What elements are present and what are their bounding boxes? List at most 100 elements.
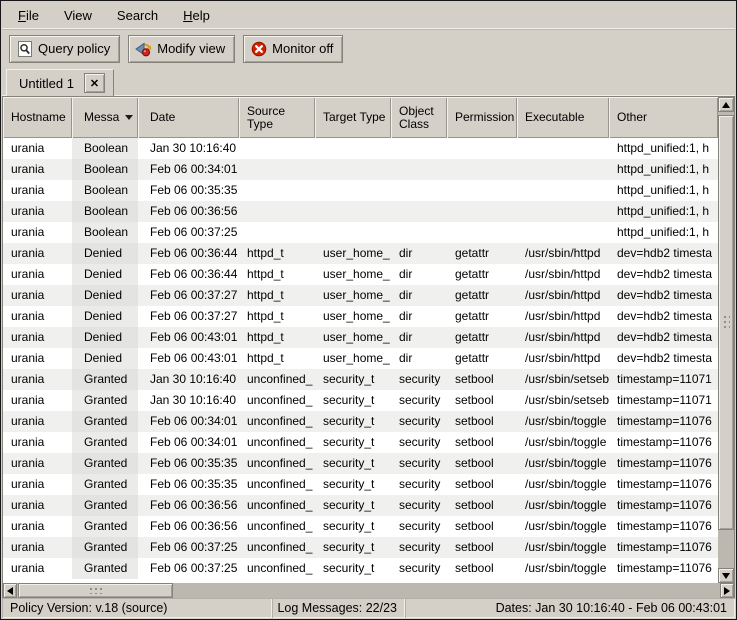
table-cell: Denied bbox=[72, 327, 138, 348]
table-cell: setbool bbox=[447, 537, 517, 558]
table-cell: unconfined_ bbox=[239, 495, 315, 516]
table-cell: httpd_t bbox=[239, 264, 315, 285]
column-header-message[interactable]: Messa bbox=[72, 97, 138, 138]
table-cell: setbool bbox=[447, 474, 517, 495]
table-cell: setbool bbox=[447, 432, 517, 453]
table-cell bbox=[391, 138, 447, 159]
table-cell: getattr bbox=[447, 285, 517, 306]
modify-view-button[interactable]: Modify view bbox=[128, 35, 235, 63]
table-cell: /usr/sbin/toggle bbox=[517, 432, 609, 453]
tab-untitled-1[interactable]: Untitled 1 ✕ bbox=[6, 69, 114, 96]
scroll-down-button[interactable] bbox=[718, 568, 734, 583]
table-row[interactable]: urania Granted Jan 30 10:16:40 unconfine… bbox=[3, 369, 718, 390]
table-cell: /usr/sbin/setseb bbox=[517, 390, 609, 411]
table-cell: Denied bbox=[72, 285, 138, 306]
table-cell: httpd_unified:1, h bbox=[609, 138, 718, 159]
table-cell: urania bbox=[3, 201, 72, 222]
table-cell: urania bbox=[3, 264, 72, 285]
table-row[interactable]: urania Denied Feb 06 00:36:44 httpd_t us… bbox=[3, 264, 718, 285]
column-header-label: Permission bbox=[455, 111, 514, 124]
table-row[interactable]: urania Granted Feb 06 00:37:25 unconfine… bbox=[3, 558, 718, 579]
column-header-object-class[interactable]: Object Class bbox=[391, 97, 447, 138]
table-cell: Granted bbox=[72, 390, 138, 411]
column-header-target-type[interactable]: Target Type bbox=[315, 97, 391, 138]
table-row[interactable]: urania Granted Feb 06 00:36:56 unconfine… bbox=[3, 495, 718, 516]
table-row[interactable]: urania Denied Feb 06 00:37:27 httpd_t us… bbox=[3, 306, 718, 327]
arrow-up-icon bbox=[722, 102, 730, 108]
table-cell: Boolean bbox=[72, 138, 138, 159]
table-cell: httpd_t bbox=[239, 306, 315, 327]
horizontal-scrollbar-track[interactable] bbox=[17, 583, 720, 598]
table-row[interactable]: urania Boolean Jan 30 10:16:40 httpd_uni… bbox=[3, 138, 718, 159]
tab-bar: Untitled 1 ✕ bbox=[2, 67, 735, 96]
table-cell: Granted bbox=[72, 558, 138, 579]
menu-item-help[interactable]: Help bbox=[172, 4, 221, 27]
column-header-label: Hostname bbox=[11, 111, 66, 124]
table-row[interactable]: urania Denied Feb 06 00:36:44 httpd_t us… bbox=[3, 243, 718, 264]
table-cell: timestamp=11076 bbox=[609, 453, 718, 474]
table-row[interactable]: urania Boolean Feb 06 00:36:56 httpd_uni… bbox=[3, 201, 718, 222]
column-header-permission[interactable]: Permission bbox=[447, 97, 517, 138]
table-cell: Boolean bbox=[72, 201, 138, 222]
scroll-left-button[interactable] bbox=[3, 583, 17, 598]
table-cell: urania bbox=[3, 180, 72, 201]
table-cell: timestamp=11071 bbox=[609, 390, 718, 411]
tab-close-button[interactable]: ✕ bbox=[84, 73, 105, 93]
column-header-hostname[interactable]: Hostname bbox=[3, 97, 72, 138]
column-header-executable[interactable]: Executable bbox=[517, 97, 609, 138]
table-cell: timestamp=11076 bbox=[609, 558, 718, 579]
table-cell: Jan 30 10:16:40 bbox=[138, 390, 239, 411]
table-row[interactable]: urania Granted Feb 06 00:37:25 unconfine… bbox=[3, 537, 718, 558]
table-cell: dev=hdb2 timesta bbox=[609, 306, 718, 327]
menu-item-view[interactable]: View bbox=[53, 4, 103, 27]
table-row[interactable]: urania Granted Feb 06 00:35:35 unconfine… bbox=[3, 474, 718, 495]
arrow-left-icon bbox=[7, 587, 13, 595]
monitor-off-button[interactable]: Monitor off bbox=[243, 35, 343, 63]
column-header-source-type[interactable]: Source Type bbox=[239, 97, 315, 138]
query-policy-button[interactable]: Query policy bbox=[9, 35, 120, 63]
table-cell: timestamp=11071 bbox=[609, 369, 718, 390]
table-cell bbox=[239, 201, 315, 222]
table-cell: urania bbox=[3, 222, 72, 243]
table-cell: setbool bbox=[447, 390, 517, 411]
table-cell: security bbox=[391, 495, 447, 516]
table-row[interactable]: urania Granted Feb 06 00:35:35 unconfine… bbox=[3, 453, 718, 474]
table-cell bbox=[517, 201, 609, 222]
table-cell: Feb 06 00:34:01 bbox=[138, 432, 239, 453]
table-row[interactable]: urania Denied Feb 06 00:37:27 httpd_t us… bbox=[3, 285, 718, 306]
scroll-right-button[interactable] bbox=[720, 583, 734, 598]
table-cell: dir bbox=[391, 285, 447, 306]
table-cell: urania bbox=[3, 285, 72, 306]
table-row[interactable]: urania Boolean Feb 06 00:34:01 httpd_uni… bbox=[3, 159, 718, 180]
table-cell: Granted bbox=[72, 453, 138, 474]
column-header-date[interactable]: Date bbox=[138, 97, 239, 138]
table-cell: Feb 06 00:37:25 bbox=[138, 222, 239, 243]
scroll-up-button[interactable] bbox=[718, 97, 734, 112]
table-row[interactable]: urania Boolean Feb 06 00:37:25 httpd_uni… bbox=[3, 222, 718, 243]
table-row[interactable]: urania Granted Feb 06 00:36:56 unconfine… bbox=[3, 516, 718, 537]
horizontal-scrollbar-thumb[interactable] bbox=[18, 583, 173, 598]
vertical-scrollbar-track[interactable] bbox=[718, 112, 734, 568]
table-row[interactable]: urania Granted Feb 06 00:34:01 unconfine… bbox=[3, 411, 718, 432]
table-row[interactable]: urania Granted Jan 30 10:16:40 unconfine… bbox=[3, 390, 718, 411]
table-cell: security bbox=[391, 537, 447, 558]
table-row[interactable]: urania Boolean Feb 06 00:35:35 httpd_uni… bbox=[3, 180, 718, 201]
vertical-scrollbar-thumb[interactable] bbox=[718, 115, 734, 530]
policy-version-text: Policy Version: v.18 (source) bbox=[10, 601, 167, 615]
table-cell: security_t bbox=[315, 558, 391, 579]
menu-item-search[interactable]: Search bbox=[106, 4, 169, 27]
table-cell bbox=[391, 180, 447, 201]
table-cell: security_t bbox=[315, 411, 391, 432]
table-cell: setbool bbox=[447, 369, 517, 390]
table-row[interactable]: urania Denied Feb 06 00:43:01 httpd_t us… bbox=[3, 348, 718, 369]
column-header-other[interactable]: Other bbox=[609, 97, 718, 138]
table-cell bbox=[517, 222, 609, 243]
status-log-messages: Log Messages: 22/23 bbox=[272, 598, 405, 618]
table-cell: setbool bbox=[447, 516, 517, 537]
table-cell: urania bbox=[3, 474, 72, 495]
table-cell: unconfined_ bbox=[239, 453, 315, 474]
table-cell: dir bbox=[391, 306, 447, 327]
table-row[interactable]: urania Denied Feb 06 00:43:01 httpd_t us… bbox=[3, 327, 718, 348]
table-row[interactable]: urania Granted Feb 06 00:34:01 unconfine… bbox=[3, 432, 718, 453]
menu-item-file[interactable]: File bbox=[7, 4, 50, 27]
